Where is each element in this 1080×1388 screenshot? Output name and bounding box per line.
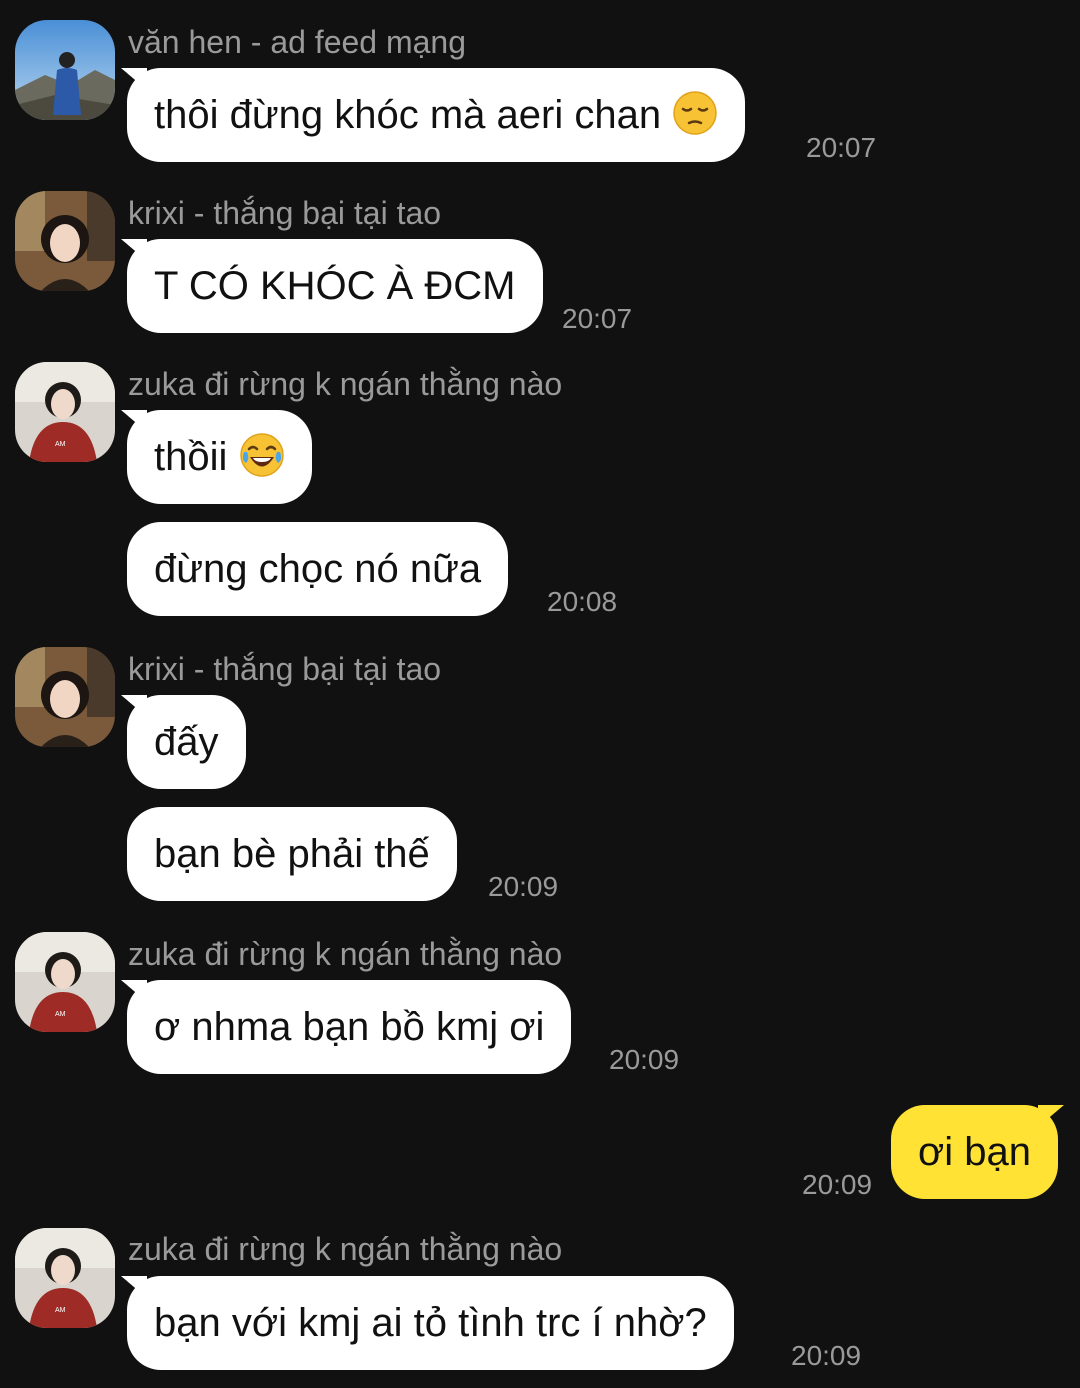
message-text: thồii — [154, 435, 228, 479]
sender-name: zuka đi rừng k ngán thằng nào — [128, 1231, 563, 1267]
pensive-face-icon — [672, 90, 718, 136]
message-text: đấy — [154, 720, 219, 764]
avatar-krixi[interactable] — [15, 647, 115, 747]
sender-name: krixi - thắng bại tại tao — [128, 195, 442, 231]
sender-name: zuka đi rừng k ngán thằng nào — [128, 366, 563, 402]
message-text: bạn bè phải thế — [154, 832, 430, 876]
message-text: ơ nhma bạn bồ kmj ơi — [154, 1005, 545, 1049]
avatar-zuka[interactable]: AM — [15, 1228, 115, 1328]
avatar-krixi[interactable] — [15, 191, 115, 291]
message-bubble[interactable]: đừng chọc nó nữa — [127, 522, 509, 616]
sender-name: văn hen - ad feed mạng — [128, 24, 467, 60]
message-bubble[interactable]: bạn bè phải thế — [127, 807, 457, 901]
message-time: 20:09 — [488, 871, 559, 902]
message-text: T CÓ KHÓC À ĐCM — [154, 264, 516, 308]
message-text: ơi bạn — [918, 1130, 1031, 1174]
message-time: 20:09 — [791, 1340, 862, 1371]
message-time: 20:07 — [562, 303, 633, 334]
message-bubble[interactable]: ơ nhma bạn bồ kmj ơi — [127, 980, 572, 1074]
message-time: 20:08 — [547, 586, 618, 617]
svg-text:AM: AM — [55, 1011, 66, 1018]
laughing-tears-face-icon — [239, 432, 285, 478]
message-bubble[interactable]: T CÓ KHÓC À ĐCM — [127, 239, 543, 333]
sender-name: zuka đi rừng k ngán thằng nào — [128, 936, 563, 972]
avatar-zuka[interactable]: AM — [15, 932, 115, 1032]
message-text: bạn với kmj ai tỏ tình trc í nhờ? — [154, 1301, 707, 1345]
message-time: 20:09 — [802, 1169, 873, 1200]
svg-text:AM: AM — [55, 441, 66, 448]
svg-text:AM: AM — [55, 1307, 66, 1314]
message-bubble[interactable]: thôi đừng khóc mà aeri chan — [127, 68, 746, 162]
message-text: đừng chọc nó nữa — [154, 547, 482, 591]
message-bubble[interactable]: đấy — [127, 695, 246, 789]
message-text: thôi đừng khóc mà aeri chan — [154, 93, 662, 137]
message-time: 20:07 — [806, 132, 877, 163]
sender-name: krixi - thắng bại tại tao — [128, 651, 442, 687]
message-bubble[interactable]: bạn với kmj ai tỏ tình trc í nhờ? — [127, 1276, 734, 1370]
avatar-van-hen[interactable] — [15, 20, 115, 120]
outgoing-message-bubble[interactable]: ơi bạn — [891, 1105, 1058, 1199]
avatar-zuka[interactable]: AM — [15, 362, 115, 462]
message-bubble[interactable]: thồii — [127, 410, 312, 504]
message-time: 20:09 — [609, 1044, 680, 1075]
